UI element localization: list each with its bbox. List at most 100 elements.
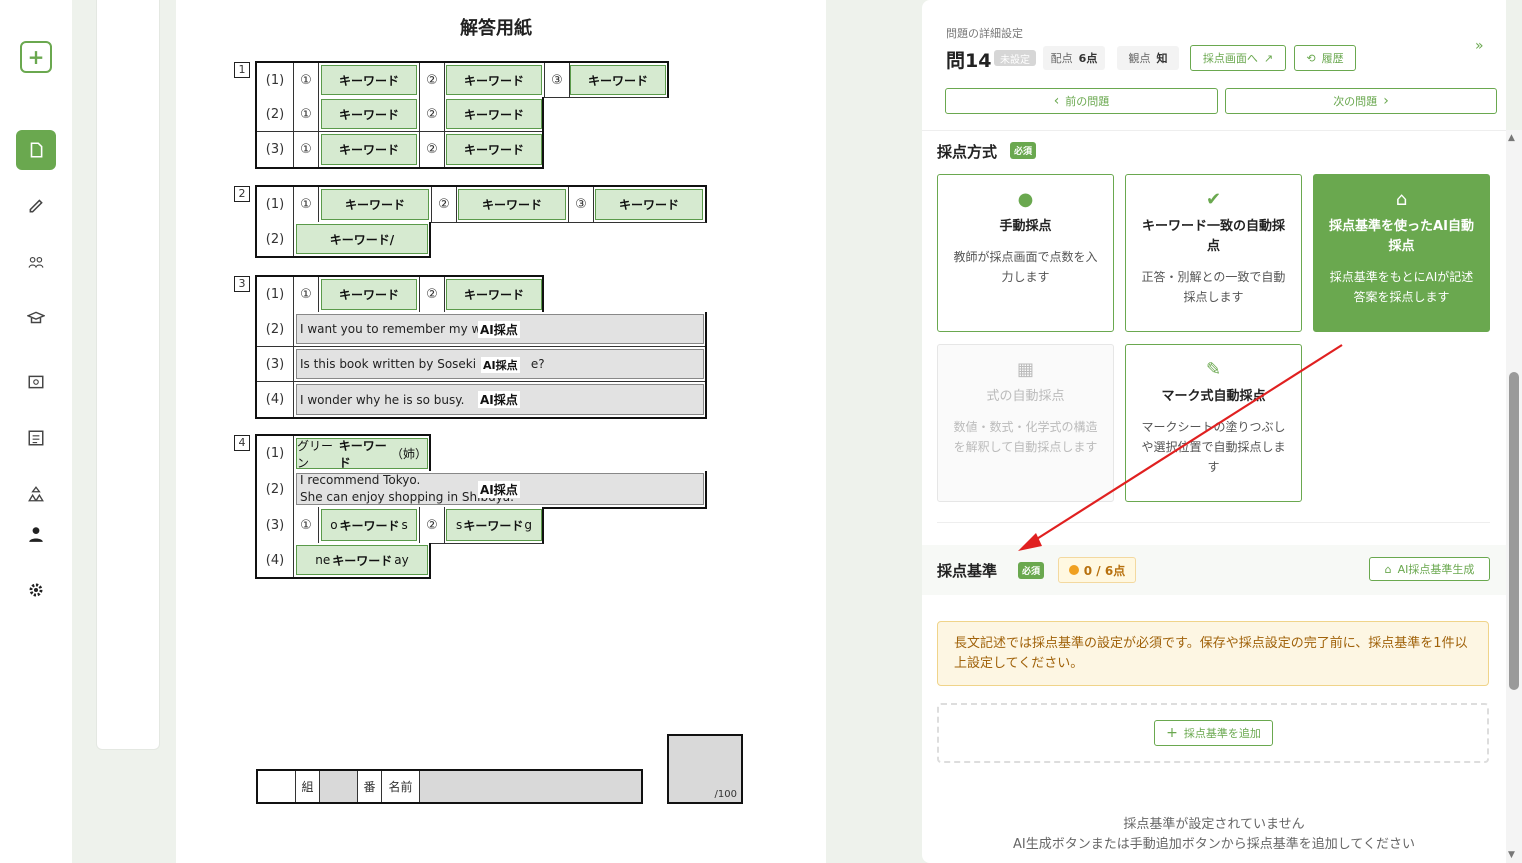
aspect-label: 観点 <box>1128 52 1151 65</box>
name-label: 名前 <box>382 771 420 802</box>
row-label: (2) <box>257 97 294 131</box>
keyword-answer-box[interactable]: キーワード <box>321 99 417 129</box>
group-icon[interactable] <box>16 242 56 282</box>
collapse-panel-icon[interactable]: » <box>1475 38 1484 54</box>
empty-hint: AI生成ボタンまたは手動追加ボタンから採点基準を追加してください <box>1013 837 1415 852</box>
history-button[interactable]: ⟲ 履歴 <box>1294 45 1356 71</box>
section-number: 3 <box>234 276 250 292</box>
answer-text: ay <box>394 553 409 567</box>
list-glyph <box>28 430 44 446</box>
document-icon[interactable] <box>16 130 56 170</box>
keyword-answer-box[interactable]: キーワード <box>321 134 417 165</box>
warning-dot-icon <box>1068 565 1079 575</box>
table-row: (4) I wonder why he is so busy. AI採点 <box>257 382 705 417</box>
pen-icon[interactable] <box>16 185 56 225</box>
scroll-down-icon[interactable]: ▼ <box>1508 850 1515 860</box>
image-glyph <box>28 375 44 389</box>
keyword-answer-box[interactable]: キーワード <box>446 134 542 165</box>
hierarchy-icon[interactable] <box>16 474 56 514</box>
robot-icon: ⌂ <box>1384 562 1392 576</box>
add-criteria-button[interactable]: + 採点基準を追加 <box>1154 720 1273 746</box>
row-label: (2) <box>257 471 294 507</box>
keyword-answer-box[interactable]: キーワード <box>321 279 417 310</box>
empty-message: 採点基準が設定されていません <box>1123 817 1305 832</box>
required-badge: 必須 <box>1018 562 1045 579</box>
list-icon[interactable] <box>16 418 56 458</box>
card-mark-grading[interactable]: ✎ マーク式自動採点 マークシートの塗りつぶしや選択位置で自動採点します <box>1125 344 1302 502</box>
answer-text: s <box>401 518 408 532</box>
table-row: (2) I want you to remember my w AI採点 <box>257 312 705 347</box>
card-ai-grading[interactable]: ⌂ 採点基準を使ったAI自動採点 採点基準をもとにAIが記述答案を採点します <box>1313 174 1490 332</box>
section-2-table: (1) ① キーワード ② キーワード ③ キーワード <box>255 185 707 223</box>
row-label: (1) <box>257 187 294 222</box>
answer-text: Is this book written by Soseki N <box>300 357 489 371</box>
graduation-icon[interactable] <box>16 298 56 338</box>
row-label: (1) <box>257 436 294 471</box>
gear-icon[interactable] <box>16 570 56 610</box>
class-input <box>258 771 296 802</box>
answer-text: （姉） <box>390 447 427 461</box>
circled-number: ① <box>294 187 319 222</box>
scroll-up-icon[interactable]: ▲ <box>1508 133 1515 143</box>
pen-glyph <box>29 199 43 213</box>
keyword-answer-box[interactable]: キーワード <box>321 65 417 95</box>
keyword-answer-box[interactable]: ne キーワード ay <box>296 545 428 575</box>
scrollbar-thumb[interactable] <box>1509 372 1519 690</box>
card-desc: 採点基準をもとにAIが記述答案を採点します <box>1329 270 1474 304</box>
keyword-answer-box[interactable]: キーワード <box>446 99 542 129</box>
keyword-answer-box[interactable]: o キーワード s <box>321 509 417 541</box>
row-label: (2) <box>257 222 294 256</box>
keyword-answer-box[interactable]: キーワード <box>595 189 703 220</box>
prev-label: 前の問題 <box>1065 95 1110 108</box>
add-icon[interactable]: + <box>20 41 52 73</box>
document-glyph <box>30 142 43 158</box>
card-title: キーワード一致の自動採点 <box>1141 219 1285 254</box>
grading-screen-button[interactable]: 採点画面へ ↗ <box>1190 45 1286 71</box>
gear-glyph <box>29 583 43 597</box>
user-icon: ● <box>1017 189 1034 210</box>
group-glyph <box>28 256 44 268</box>
prev-question-button[interactable]: ‹ 前の問題 <box>945 88 1218 114</box>
status-badge: 未設定 <box>994 50 1036 66</box>
keyword-answer-box[interactable]: キーワード/ <box>296 224 428 254</box>
circled-number: ① <box>294 63 319 97</box>
card-desc: 教師が採点画面で点数を入力します <box>953 250 1098 284</box>
card-title: 採点基準を使ったAI自動採点 <box>1329 219 1474 254</box>
keyword-answer-box[interactable]: キーワード <box>321 189 429 220</box>
criteria-title: 採点基準 <box>937 562 998 580</box>
card-title: 式の自動採点 <box>986 389 1065 404</box>
next-question-button[interactable]: 次の問題 › <box>1225 88 1497 114</box>
criteria-points: 0 / 6点 <box>1083 563 1126 578</box>
section-4-table-row3: (3) ① o キーワード s ② s キーワード g <box>255 507 544 544</box>
keyword-answer-box[interactable]: キーワード <box>458 189 566 220</box>
card-keyword-grading[interactable]: ✔ キーワード一致の自動採点 正答・別解との一致で自動採点します <box>1125 174 1302 332</box>
page-thumbnail-strip <box>96 0 160 750</box>
robot-icon: ⌂ <box>1395 189 1408 210</box>
keyword-answer-box[interactable]: キーワード <box>446 279 542 310</box>
keyword-answer-box[interactable]: キーワード <box>570 65 666 95</box>
card-manual-grading[interactable]: ● 手動採点 教師が採点画面で点数を入力します <box>937 174 1114 332</box>
user-icon[interactable] <box>16 514 56 554</box>
class-label: 組 <box>296 771 320 802</box>
keyword-answer-box[interactable]: キーワード <box>446 65 542 95</box>
ai-generate-criteria-button[interactable]: ⌂ AI採点基準生成 <box>1369 557 1490 581</box>
section-1-table: (1) ① キーワード ② キーワード ③ キーワード <box>255 61 669 98</box>
circled-number: ② <box>419 97 445 131</box>
keyword-text: キーワード <box>338 438 387 470</box>
ai-grading-label: AI採点 <box>478 481 520 498</box>
image-icon[interactable] <box>16 362 56 402</box>
answer-text: グリーン <box>297 438 334 470</box>
row-label: (2) <box>257 312 294 346</box>
calculator-icon: ▦ <box>1016 359 1034 380</box>
user-glyph <box>29 527 43 542</box>
answer-text: I want you to remember my w <box>300 322 482 336</box>
ai-grading-label: AI採点 <box>478 391 520 408</box>
keyword-answer-box[interactable]: グリーン キーワード （姉） <box>296 438 428 470</box>
section-1-table-lower: (2) ① キーワード ② キーワード (3) ① キーワード ② キーワード <box>255 97 544 169</box>
card-desc: マークシートの塗りつぶしや選択位置で自動採点します <box>1141 420 1286 474</box>
hierarchy-glyph <box>28 486 44 502</box>
row-label: (3) <box>257 507 294 543</box>
section-4-table-mid: (2) I recommend Tokyo. She can enjoy sho… <box>255 471 707 509</box>
question-number: 問14 <box>946 50 992 72</box>
keyword-answer-box[interactable]: s キーワード g <box>446 509 542 541</box>
